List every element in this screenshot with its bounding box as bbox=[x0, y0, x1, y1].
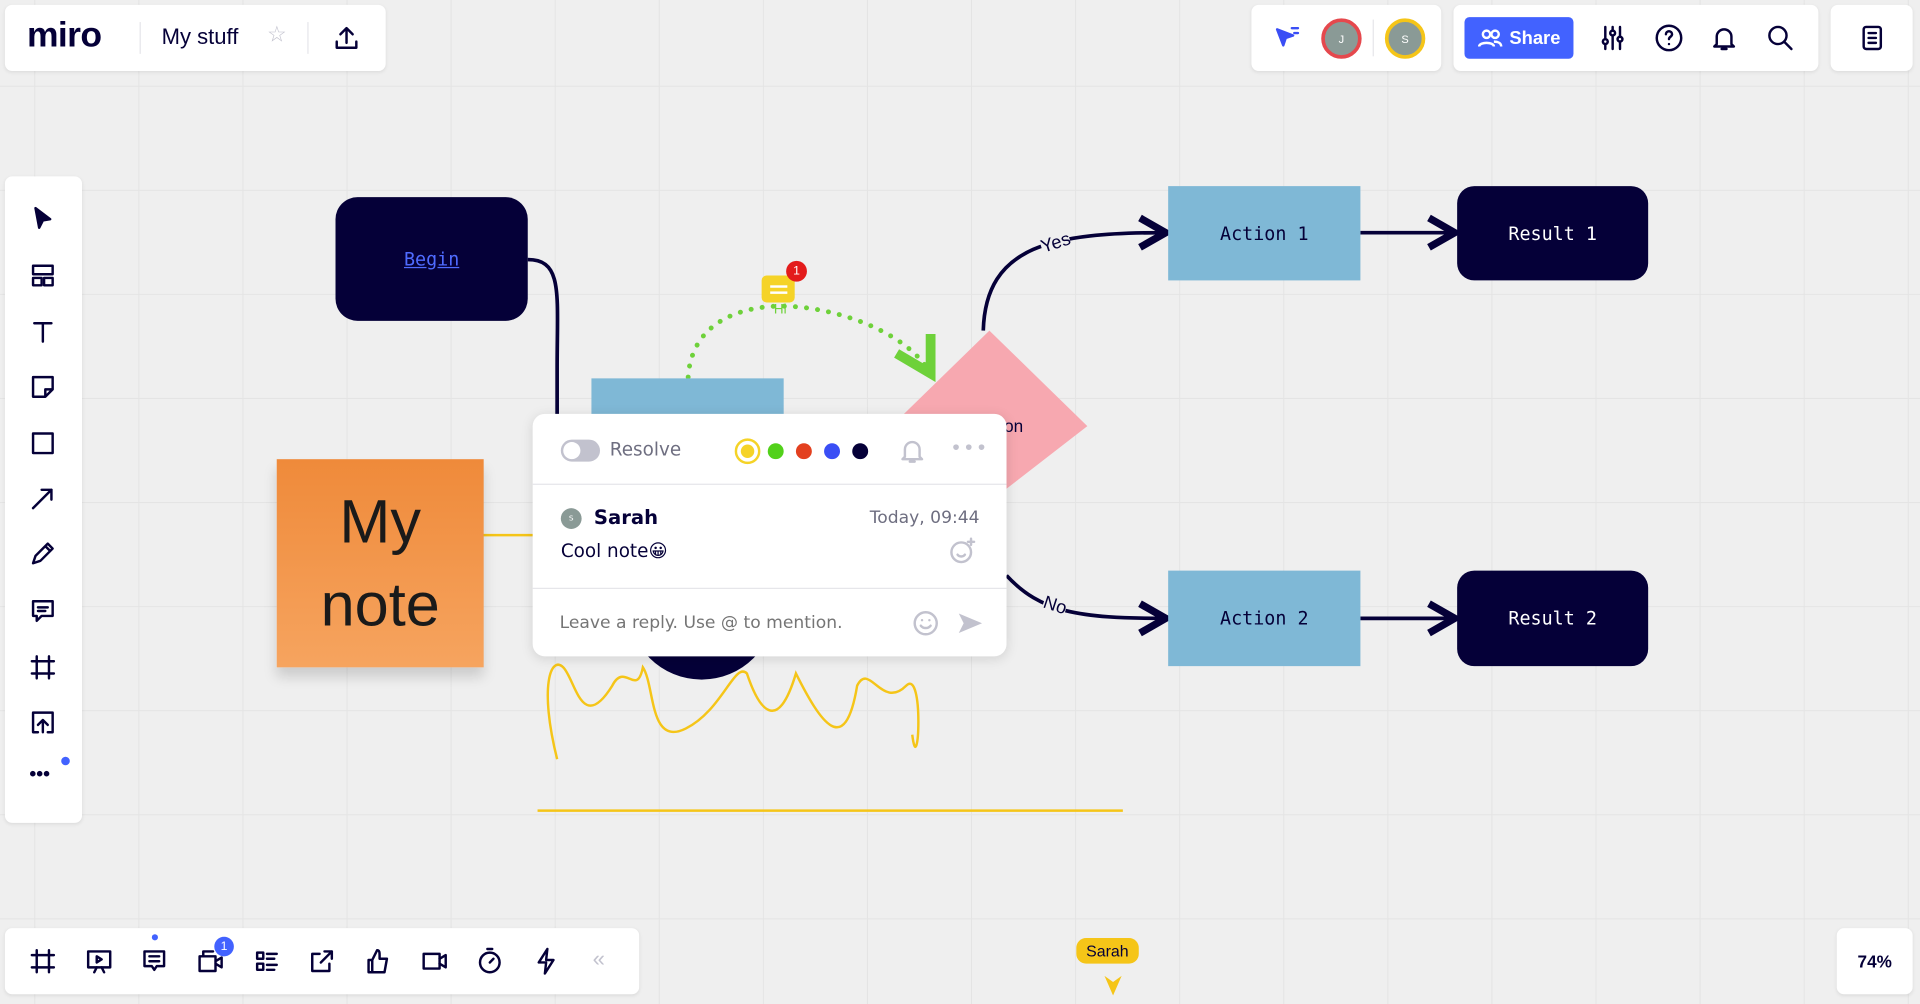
result-2-node[interactable]: Result 2 bbox=[1457, 570, 1649, 667]
sticky-note[interactable]: My note bbox=[276, 459, 484, 668]
action-2-node[interactable]: Action 2 bbox=[1168, 570, 1361, 667]
divider bbox=[1372, 19, 1374, 57]
collaborator-cursor-label: Sarah bbox=[1076, 937, 1139, 964]
divider bbox=[532, 587, 1007, 589]
board-canvas[interactable]: Begin on Action 1 Result 1 Action 2 Resu… bbox=[0, 0, 1920, 1004]
video-icon[interactable] bbox=[416, 943, 453, 980]
timer-icon[interactable] bbox=[471, 943, 508, 980]
share-label: Share bbox=[1509, 27, 1561, 49]
connector-yes bbox=[981, 233, 1165, 331]
dotted-connector bbox=[685, 303, 930, 377]
begin-node[interactable]: Begin bbox=[335, 197, 528, 321]
comment-time: Today, 09:44 bbox=[869, 508, 980, 528]
connector-begin bbox=[527, 257, 560, 417]
actions-panel: Share bbox=[1453, 4, 1819, 72]
templates-tool-icon[interactable] bbox=[24, 257, 61, 294]
sticky-note-tool-icon[interactable] bbox=[24, 369, 61, 406]
yellow-scribble bbox=[546, 663, 920, 760]
decision-label: on bbox=[1004, 416, 1024, 436]
color-option-green[interactable] bbox=[767, 442, 784, 459]
more-options-icon[interactable]: ••• bbox=[950, 436, 988, 459]
board-header: miro My stuff ☆ bbox=[4, 4, 386, 72]
color-option-black[interactable] bbox=[851, 442, 868, 459]
users-icon bbox=[1477, 29, 1503, 47]
bottom-toolbar: 1 « bbox=[4, 928, 640, 995]
select-tool-icon[interactable] bbox=[24, 201, 61, 238]
divider bbox=[139, 22, 141, 54]
share-screen-icon[interactable] bbox=[304, 943, 341, 980]
miro-logo[interactable]: miro bbox=[27, 16, 102, 56]
text-tool-icon[interactable] bbox=[24, 313, 61, 350]
card-list-icon[interactable] bbox=[249, 943, 286, 980]
comment-popup: Resolve ••• S Sarah Today, 09:44 Cool no… bbox=[532, 413, 1007, 657]
star-icon[interactable]: ☆ bbox=[267, 22, 287, 48]
comment-count-badge: 1 bbox=[786, 260, 807, 282]
color-option-blue[interactable] bbox=[823, 442, 840, 459]
lightning-icon[interactable] bbox=[528, 943, 565, 980]
hi-label: Hi bbox=[773, 302, 787, 318]
search-icon[interactable] bbox=[1762, 20, 1799, 57]
avatar-s[interactable]: S bbox=[1384, 18, 1426, 59]
divider bbox=[307, 22, 309, 54]
notifications-icon[interactable] bbox=[1706, 20, 1743, 57]
arrow-tool-icon[interactable] bbox=[24, 480, 61, 517]
send-icon[interactable] bbox=[951, 605, 988, 642]
reply-input[interactable] bbox=[557, 603, 893, 643]
action-1-node[interactable]: Action 1 bbox=[1168, 186, 1361, 281]
comments-dot bbox=[151, 934, 158, 941]
video-chat-badge: 1 bbox=[214, 936, 234, 957]
board-title[interactable]: My stuff bbox=[162, 24, 239, 50]
avatar-j[interactable]: J bbox=[1321, 18, 1362, 59]
color-yellow-fill bbox=[740, 443, 754, 458]
comment-tool-icon[interactable] bbox=[24, 593, 61, 630]
resolve-label: Resolve bbox=[609, 438, 682, 461]
begin-link[interactable]: Begin bbox=[404, 248, 459, 270]
share-button[interactable]: Share bbox=[1464, 17, 1574, 59]
presentation-icon[interactable] bbox=[81, 943, 118, 980]
divider bbox=[532, 483, 1007, 485]
new-indicator-dot bbox=[61, 756, 70, 766]
frame-tool-icon[interactable] bbox=[24, 649, 61, 686]
voting-thumbs-up-icon[interactable] bbox=[360, 943, 397, 980]
settings-sliders-icon[interactable] bbox=[1594, 20, 1631, 57]
comment-text: Cool note😀 bbox=[560, 540, 668, 563]
upload-icon[interactable] bbox=[328, 20, 365, 57]
collapse-chevrons-icon[interactable]: « bbox=[593, 947, 605, 973]
collaborators-panel: J S bbox=[1251, 4, 1442, 72]
pen-tool-icon[interactable] bbox=[24, 535, 61, 572]
zoom-level[interactable]: 74% bbox=[1836, 928, 1913, 995]
emoji-icon[interactable] bbox=[907, 605, 944, 642]
more-tools-icon[interactable]: ••• bbox=[29, 764, 50, 786]
upload-tool-icon[interactable] bbox=[24, 704, 61, 741]
notes-icon[interactable] bbox=[1854, 20, 1891, 57]
author-avatar: S bbox=[560, 508, 582, 529]
author-name: Sarah bbox=[593, 505, 659, 529]
frames-icon[interactable] bbox=[24, 943, 61, 980]
connector-no bbox=[1005, 574, 1166, 619]
cursor-filter-icon[interactable] bbox=[1267, 20, 1304, 57]
bell-icon[interactable] bbox=[894, 432, 931, 469]
shape-tool-icon[interactable] bbox=[24, 425, 61, 462]
help-icon[interactable] bbox=[1651, 20, 1688, 57]
color-option-red[interactable] bbox=[795, 442, 812, 459]
result-1-node[interactable]: Result 1 bbox=[1457, 186, 1649, 281]
notes-panel bbox=[1830, 4, 1913, 72]
comments-icon[interactable] bbox=[136, 943, 173, 980]
collaborator-cursor-icon bbox=[1104, 975, 1122, 996]
left-toolbar: ••• bbox=[4, 176, 83, 823]
add-reaction-icon[interactable] bbox=[944, 533, 981, 570]
resolve-toggle[interactable] bbox=[560, 439, 601, 462]
